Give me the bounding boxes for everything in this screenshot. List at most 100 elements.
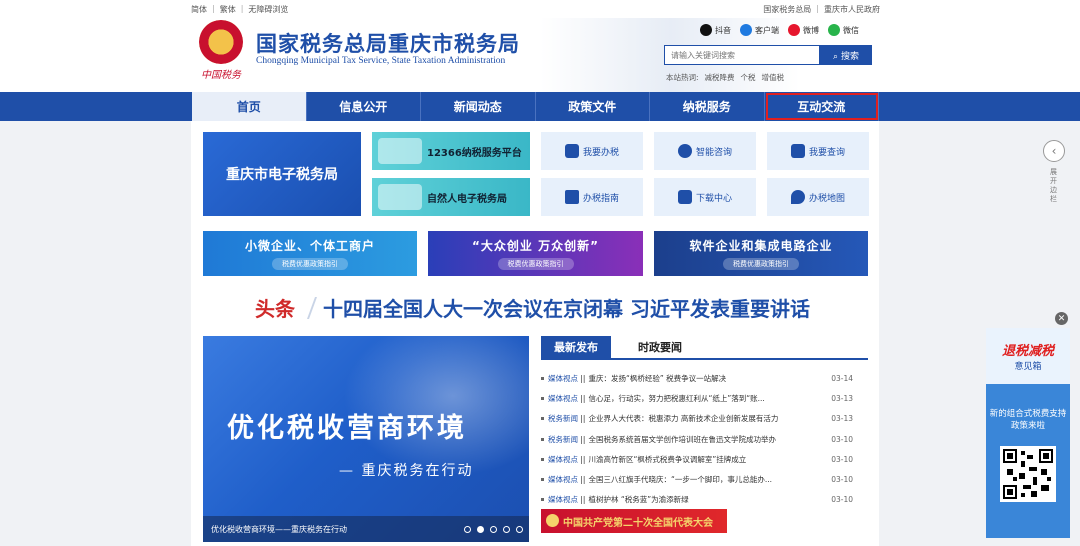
slide-dot-active[interactable] [477, 526, 484, 533]
feedback-subtitle: 意见箱 [1014, 362, 1042, 372]
qr-code-graphic [1003, 449, 1053, 499]
news-title[interactable]: 重庆：发扬“枫桥经验” 税费争议一站解决 [588, 373, 814, 384]
hot-word[interactable]: 增值税 [762, 72, 785, 83]
list-item[interactable]: 媒体视点 || 信心足，行动实，努力把税惠红利从“纸上”落到“账... 03-1… [541, 388, 853, 408]
news-category[interactable]: 媒体视点 [548, 393, 578, 404]
social-weibo[interactable]: 微博 [788, 24, 819, 36]
platform-12366-tile[interactable]: 12366纳税服务平台 [372, 132, 530, 170]
banner-title: “大众创业 万众创新” [472, 239, 599, 253]
banner-small-business[interactable]: 小微企业、个体工商户 税费优惠政策指引 [203, 231, 417, 276]
headline-link[interactable]: 十四届全国人大一次会议在京闭幕 习近平发表重要讲话 [323, 293, 810, 322]
site-title[interactable]: 国家税务总局重庆市税务局 [256, 28, 520, 58]
list-item[interactable]: 税务新闻 || 全国税务系统首届文学创作培训班在鲁迅文学院成功举办 03-10 [541, 429, 853, 449]
slide-dot[interactable] [464, 526, 471, 533]
slide-dot[interactable] [490, 526, 497, 533]
download-icon [677, 190, 692, 204]
news-category[interactable]: 税务新闻 [548, 434, 578, 445]
app-client-icon [740, 24, 752, 36]
news-category[interactable]: 媒体视点 [548, 373, 578, 384]
service-label: 办税地图 [808, 193, 845, 204]
slide-subtitle: — 重庆税务在行动 [339, 463, 474, 479]
news-title[interactable]: 植树护林 “税务蓝”为渝添新绿 [588, 494, 814, 505]
simplified-link[interactable]: 简体 [191, 4, 207, 15]
weibo-icon [788, 24, 800, 36]
map-pin-icon [790, 190, 805, 204]
natural-person-tile[interactable]: 自然人电子税务局 [372, 178, 530, 216]
divider: || [578, 454, 586, 464]
traditional-link[interactable]: 繁体 [220, 4, 236, 15]
sta-link[interactable]: 国家税务总局 [763, 4, 811, 15]
divider: || [578, 495, 586, 505]
service-query[interactable]: 我要查询 [767, 132, 869, 170]
social-wechat[interactable]: 微信 [828, 24, 859, 36]
etax-bureau-tile[interactable]: 重庆市电子税务局 [203, 132, 361, 216]
news-title[interactable]: 企业界人大代表：税惠添力 高新技术企业创新发展有活力 [588, 413, 814, 424]
nav-interaction[interactable]: 互动交流 [765, 92, 879, 121]
party-emblem-icon [546, 514, 559, 527]
expand-sidebar-label: 展开边栏 [1050, 168, 1057, 203]
hot-word[interactable]: 个税 [741, 72, 756, 83]
feedback-box-banner[interactable]: 退税减税 意见箱 [986, 328, 1070, 384]
headline-label: 头条 [255, 297, 295, 321]
list-item[interactable]: 媒体视点 || 川渝高竹新区“枫桥式税费争议调解室”挂牌成立 03-10 [541, 449, 853, 469]
chevron-left-icon[interactable]: ‹ [1043, 140, 1065, 162]
tab-latest[interactable]: 最新发布 [541, 336, 611, 358]
social-client[interactable]: 客户端 [740, 24, 779, 36]
hot-words: 本站热词: 减税降费 个税 增值税 [666, 72, 784, 83]
emblem-caption: 中国税务 [201, 70, 241, 81]
service-label: 办税指南 [582, 193, 619, 204]
close-icon[interactable]: ✕ [1055, 312, 1068, 325]
divider: || [578, 475, 586, 485]
news-title[interactable]: 全国税务系统首届文学创作培训班在鲁迅文学院成功举办 [588, 434, 814, 445]
expand-sidebar[interactable]: ‹ 展开边栏 [1042, 140, 1066, 210]
tab-politics[interactable]: 时政要闻 [625, 336, 695, 358]
list-item[interactable]: 媒体视点 || 重庆：发扬“枫桥经验” 税费争议一站解决 03-14 [541, 368, 853, 388]
nav-tax-service[interactable]: 纳税服务 [650, 92, 765, 121]
social-links: 抖音 客户端 微博 微信 [700, 24, 859, 36]
service-tax-handling[interactable]: 我要办税 [541, 132, 643, 170]
divider: | [212, 4, 215, 13]
bullet-icon [541, 457, 544, 461]
service-guide[interactable]: 办税指南 [541, 178, 643, 216]
floating-ad[interactable]: 退税减税 意见箱 新的组合式税费支持政策来啦 [986, 328, 1070, 538]
party-congress-banner[interactable]: 中国共产党第二十次全国代表大会 [541, 509, 727, 533]
service-map[interactable]: 办税地图 [767, 178, 869, 216]
cq-gov-link[interactable]: 重庆市人民政府 [824, 4, 880, 15]
service-download[interactable]: 下载中心 [654, 178, 756, 216]
service-smart-consult[interactable]: 智能咨询 [654, 132, 756, 170]
news-title[interactable]: 川渝高竹新区“枫桥式税费争议调解室”挂牌成立 [588, 454, 814, 465]
news-category[interactable]: 媒体视点 [548, 474, 578, 485]
list-item[interactable]: 税务新闻 || 企业界人大代表：税惠添力 高新技术企业创新发展有活力 03-13 [541, 409, 853, 429]
slide-dot[interactable] [503, 526, 510, 533]
nav-policy-docs[interactable]: 政策文件 [536, 92, 650, 121]
news-category[interactable]: 媒体视点 [548, 454, 578, 465]
news-title[interactable]: 全国三八红旗手代晓庆：“一步一个脚印，事儿总能办... [588, 474, 814, 485]
banner-innovation[interactable]: “大众创业 万众创新” 税费优惠政策指引 [428, 231, 643, 276]
social-tiktok[interactable]: 抖音 [700, 24, 731, 36]
list-item[interactable]: 媒体视点 || 全国三八红旗手代晓庆：“一步一个脚印，事儿总能办... 03-1… [541, 469, 853, 489]
slide-dot[interactable] [516, 526, 523, 533]
tax-handling-icon [564, 144, 579, 158]
nav-info-disclosure[interactable]: 信息公开 [307, 92, 421, 121]
hot-words-label: 本站热词: [666, 73, 699, 82]
divider: || [578, 373, 586, 383]
hot-word[interactable]: 减税降费 [705, 72, 735, 83]
search-input[interactable] [664, 45, 820, 65]
divider: || [578, 414, 586, 424]
banner-software-ic[interactable]: 软件企业和集成电路企业 税费优惠政策指引 [654, 231, 868, 276]
nav-home[interactable]: 首页 [192, 92, 307, 121]
list-item[interactable]: 媒体视点 || 植树护林 “税务蓝”为渝添新绿 03-10 [541, 490, 853, 510]
search-icon: ⌕ [833, 51, 839, 62]
national-emblem-logo[interactable] [199, 20, 243, 64]
accessibility-link[interactable]: 无障碍浏览 [248, 4, 288, 15]
banner-tag: 税费优惠政策指引 [723, 258, 799, 270]
social-label: 微信 [843, 25, 859, 35]
news-category[interactable]: 税务新闻 [548, 413, 578, 424]
news-category[interactable]: 媒体视点 [548, 494, 578, 505]
nav-news[interactable]: 新闻动态 [421, 92, 536, 121]
search-button[interactable]: ⌕ 搜索 [820, 45, 872, 65]
feature-slideshow[interactable]: 优化税收营商环境 — 重庆税务在行动 优化税收营商环境——重庆税务在行动 [203, 336, 529, 542]
bullet-icon [541, 437, 544, 441]
service-label: 我要办税 [582, 147, 619, 158]
news-title[interactable]: 信心足，行动实，努力把税惠红利从“纸上”落到“账... [588, 393, 814, 404]
